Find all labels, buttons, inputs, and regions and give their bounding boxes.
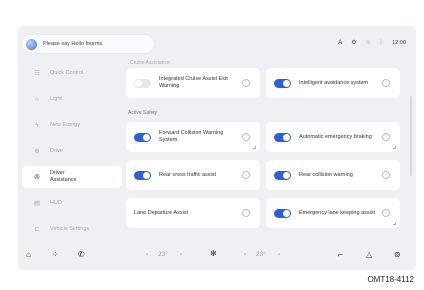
info-icon[interactable]: i bbox=[382, 133, 390, 141]
info-icon[interactable]: i bbox=[382, 79, 390, 87]
card-label: Rear collision warning bbox=[299, 171, 353, 178]
sidebar-item-label: Vehicle Settings bbox=[50, 226, 90, 232]
info-icon[interactable]: i bbox=[242, 79, 250, 87]
sidebar-item-label: Drive bbox=[50, 148, 63, 154]
fan-icon[interactable]: ✻ bbox=[210, 249, 217, 258]
apps-icon[interactable]: ⁘ bbox=[52, 250, 59, 259]
left-temp-up-arrow[interactable]: › bbox=[180, 251, 182, 258]
card-intelligent-avoidance[interactable]: Intelligent avoidance system i bbox=[266, 68, 400, 98]
sidebar-item-hud[interactable]: ▤ HUD bbox=[22, 192, 122, 214]
settings-icon[interactable]: ⚙ bbox=[351, 39, 356, 46]
info-icon[interactable]: i bbox=[382, 171, 390, 179]
left-temperature: 23° bbox=[158, 251, 168, 258]
toggle-switch[interactable] bbox=[274, 132, 291, 142]
toggle-switch[interactable] bbox=[134, 78, 151, 88]
toggle-switch[interactable] bbox=[134, 132, 151, 142]
right-temp-down-arrow[interactable]: ‹ bbox=[244, 251, 246, 258]
expand-corner-icon bbox=[393, 222, 396, 225]
settings-content: Cruise Assistance Integrated Cruise Assi… bbox=[124, 60, 408, 238]
bottom-dock: ⌂ ⁘ ✆ ‹ 23° › ✻ ‹ 23° › ⌐ △ ⊚ bbox=[18, 240, 416, 270]
section-label-active-safety: Active Safety bbox=[128, 110, 158, 116]
info-icon[interactable]: i bbox=[242, 171, 250, 179]
sidebar-item-label: HUD bbox=[50, 200, 62, 206]
light-icon: ☼ bbox=[34, 95, 40, 103]
sidebar-item-vehicle-settings[interactable]: ⊏ Vehicle Settings bbox=[22, 218, 122, 240]
card-label: Intelligent avoidance system bbox=[299, 79, 369, 86]
navigation-icon[interactable]: △ bbox=[366, 250, 372, 259]
card-label: Emergency lane keeping assist bbox=[299, 209, 376, 216]
sidebar-item-driver-assistance[interactable]: ✇ Driver Assistance bbox=[22, 166, 122, 188]
right-temp-up-arrow[interactable]: › bbox=[278, 251, 280, 258]
sidebar-item-quick-control[interactable]: ☷ Quick Control bbox=[22, 62, 122, 84]
expand-corner-icon bbox=[393, 146, 396, 149]
sidebar-item-light[interactable]: ☼ Light bbox=[22, 88, 122, 110]
sidebar-item-label: Light bbox=[50, 96, 62, 102]
scrollbar[interactable] bbox=[410, 96, 412, 176]
card-lane-departure-assist[interactable]: Lane Departure Assist i bbox=[126, 198, 260, 228]
card-label: Integrated Cruise Assist Exit Warning bbox=[159, 76, 228, 89]
status-bar: A ⚙ ≋ ᛒ 12:00 bbox=[338, 39, 406, 47]
vehicle-settings-icon: ⊏ bbox=[34, 226, 40, 233]
new-energy-icon: ϟ bbox=[35, 121, 39, 129]
card-rear-cross-traffic-assist[interactable]: Rear cross traffic assist i bbox=[126, 160, 260, 190]
drive-icon: ⊕ bbox=[34, 148, 40, 155]
card-emergency-lane-keeping-assist[interactable]: Emergency lane keeping assist i bbox=[266, 198, 400, 228]
expand-corner-icon bbox=[253, 146, 256, 149]
voice-assistant-icon[interactable] bbox=[26, 38, 37, 50]
toggle-switch[interactable] bbox=[274, 78, 291, 88]
card-label: Rear cross traffic assist bbox=[159, 171, 217, 178]
card-integrated-cruise-exit-warning[interactable]: Integrated Cruise Assist Exit Warning i bbox=[126, 68, 260, 98]
card-automatic-emergency-braking[interactable]: Automatic emergency braking i bbox=[266, 122, 400, 152]
right-temperature: 23° bbox=[256, 251, 266, 258]
info-icon[interactable]: i bbox=[382, 209, 390, 217]
card-label: Forward Collision Warning System bbox=[159, 130, 224, 143]
settings-gear-icon[interactable]: ⊚ bbox=[394, 250, 401, 259]
figure-caption: OMT18-4112 bbox=[367, 275, 414, 284]
sidebar: ☷ Quick Control ☼ Light ϟ New Energy ⊕ D… bbox=[22, 62, 122, 244]
a-icon[interactable]: A bbox=[338, 40, 342, 46]
sidebar-item-label: Quick Control bbox=[50, 70, 84, 76]
card-label: Automatic emergency braking bbox=[299, 133, 372, 140]
sidebar-item-label: New Energy bbox=[50, 122, 80, 128]
wifi-icon: ≋ bbox=[365, 40, 371, 46]
card-label: Lane Departure Assist bbox=[134, 209, 189, 216]
card-rear-collision-warning[interactable]: Rear collision warning i bbox=[266, 160, 400, 190]
info-icon[interactable]: i bbox=[242, 133, 250, 141]
toggle-switch[interactable] bbox=[274, 170, 291, 180]
toggle-switch[interactable] bbox=[134, 170, 151, 180]
voice-assistant-bar[interactable]: Please say Hello fourms bbox=[22, 35, 154, 53]
seat-icon[interactable]: ⌐ bbox=[338, 250, 343, 259]
card-forward-collision-warning[interactable]: Forward Collision Warning System i bbox=[126, 122, 260, 152]
vehicle-display: Please say Hello fourms A ⚙ ≋ ᛒ 12:00 ☷ … bbox=[18, 26, 416, 270]
left-temp-down-arrow[interactable]: ‹ bbox=[146, 251, 148, 258]
bluetooth-icon: ᛒ bbox=[379, 39, 384, 46]
sidebar-item-label: Driver Assistance bbox=[50, 170, 77, 183]
home-icon[interactable]: ⌂ bbox=[26, 250, 31, 259]
voice-prompt: Please say Hello fourms bbox=[43, 41, 103, 47]
driver-assistance-icon: ✇ bbox=[34, 174, 40, 181]
sidebar-item-drive[interactable]: ⊕ Drive bbox=[22, 140, 122, 162]
hud-icon: ▤ bbox=[33, 200, 41, 207]
section-label-cruise: Cruise Assistance bbox=[130, 60, 170, 66]
toggle-switch[interactable] bbox=[274, 208, 291, 218]
sidebar-item-new-energy[interactable]: ϟ New Energy bbox=[22, 114, 122, 136]
clock: 12:00 bbox=[392, 39, 406, 46]
phone-icon[interactable]: ✆ bbox=[78, 250, 85, 259]
quick-control-icon: ☷ bbox=[34, 70, 40, 77]
info-icon[interactable]: i bbox=[242, 209, 250, 217]
